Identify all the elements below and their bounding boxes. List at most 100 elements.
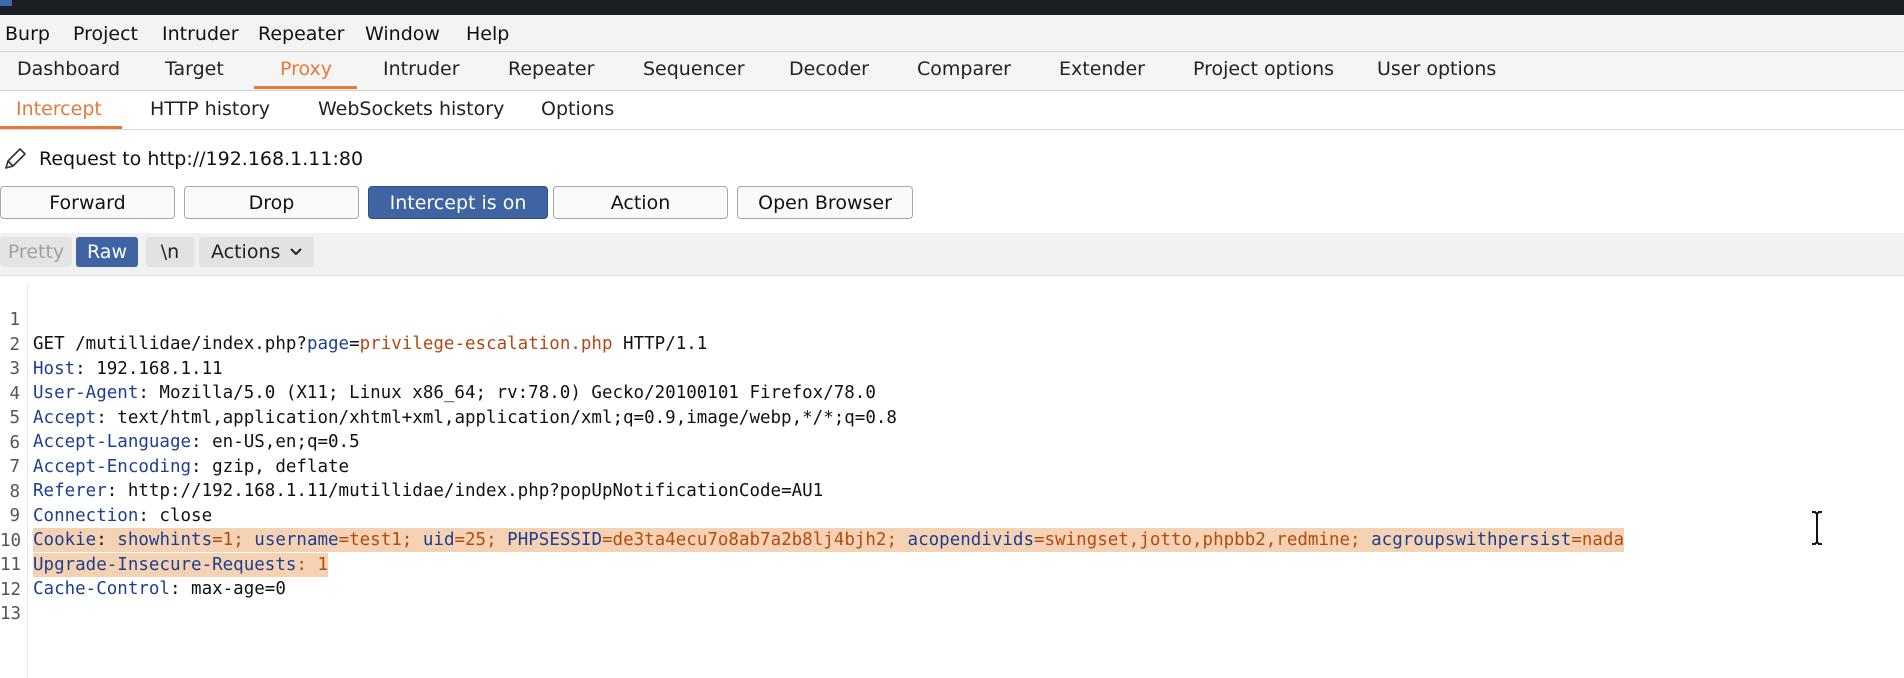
drop-button[interactable]: Drop [184,186,359,219]
editor-actions-dropdown[interactable]: Actions [199,237,314,267]
header-value: : close [138,505,213,526]
cookie-name: username [254,530,339,550]
intercept-toggle-button[interactable]: Intercept is on [368,186,548,219]
header-name: User-Agent [33,383,139,403]
cookie-name: acopendivids [907,530,1034,550]
tab-comparer[interactable]: Comparer [917,58,1011,80]
header-upgrade-insecure-requests: Upgrade-Insecure-Requests: 1 [33,552,329,577]
query-param-name: page [306,334,350,354]
header-value: : Mozilla/5.0 (X11; Linux x86_64; rv:78.… [138,383,876,403]
header-name: Cache-Control [33,579,170,599]
cookie-name: acgroupswithpersist [1371,530,1572,550]
tab-extender[interactable]: Extender [1059,58,1145,80]
tab-intercept[interactable]: Intercept [16,98,102,120]
header-value: : 1 [296,554,329,575]
tab-websockets-history[interactable]: WebSockets history [318,98,504,120]
header-value: : gzip, deflate [191,456,350,477]
header-accept-language: Accept-Language: en-US,en;q=0.5 [33,430,360,454]
menu-bar: Burp Project Intruder Repeater Window He… [0,15,1904,52]
tab-proxy[interactable]: Proxy [280,58,332,80]
header-name: Upgrade-Insecure-Requests [33,554,297,575]
header-value: : http://192.168.1.11/mutillidae/index.p… [106,481,824,501]
request-target-label: Request to http://192.168.1.11:80 [39,148,364,170]
cookie-value: =nada [1571,530,1625,550]
menu-intruder[interactable]: Intruder [162,23,239,45]
editor-line: 11 Cache-Control: max-age=0 [0,529,286,599]
editor-line: 6 Accept-Encoding: gzip, deflate [0,407,349,477]
cookie-name: uid [422,530,455,550]
header-separator: : [96,530,118,550]
chevron-down-icon [290,248,302,256]
cookie-value: =25; [454,530,508,550]
active-tab-indicator [254,86,357,89]
header-name: Connection [33,505,139,526]
query-param-equals: = [349,334,360,354]
cookie-value: =de3ta4ecu7o8ab7a2b8lj4bjh2; [602,530,908,550]
header-cookie: Cookie: showhints=1; username=test1; uid… [33,528,1625,552]
raw-toggle[interactable]: Raw [76,237,138,267]
line-number: 13 [0,604,22,624]
request-method-path: GET /mutillidae/index.php? [33,334,307,354]
tab-project-options[interactable]: Project options [1193,58,1334,80]
header-name: Accept-Language [33,432,192,452]
tab-options[interactable]: Options [541,98,614,120]
header-name: Accept [33,407,97,428]
cookie-value: =test1; [338,530,423,550]
editor-line: 7 Referer: http://192.168.1.11/mutillida… [0,431,823,501]
cookie-name: showhints [117,530,213,550]
open-browser-button[interactable]: Open Browser [737,186,913,219]
editor-line: 1 GET /mutillidae/index.php?page=privile… [0,284,707,354]
editor-line: 4 Accept: text/html,application/xhtml+xm… [0,358,897,428]
menu-burp[interactable]: Burp [5,23,50,45]
title-bar [0,0,1904,15]
cookie-value: =swingset,jotto,phpbb2,redmine; [1033,530,1372,550]
tab-intruder[interactable]: Intruder [383,58,460,80]
tab-http-history[interactable]: HTTP history [150,98,270,120]
editor-line: 10 Upgrade-Insecure-Requests: 1 [0,505,329,577]
header-name: Referer [33,481,107,501]
tab-repeater[interactable]: Repeater [508,58,594,80]
editor-toolbar: Pretty Raw \n Actions [0,233,1904,276]
forward-button[interactable]: Forward [0,186,175,219]
main-tab-bar: Dashboard Target Proxy Intruder Repeater… [0,52,1904,91]
header-cache-control: Cache-Control: max-age=0 [33,577,286,601]
editor-line: 9 Cookie: showhints=1; username=test1; u… [0,480,1625,552]
request-line: GET /mutillidae/index.php?page=privilege… [33,332,707,356]
tab-decoder[interactable]: Decoder [789,58,869,80]
proxy-sub-tab-bar: Intercept HTTP history WebSockets histor… [0,91,1904,130]
header-name: Cookie [33,530,97,550]
header-host: Host: 192.168.1.11 [33,357,223,381]
action-button[interactable]: Action [553,186,728,219]
editor-line: 8 Connection: close [0,456,212,526]
tab-sequencer[interactable]: Sequencer [643,58,745,80]
menu-repeater[interactable]: Repeater [258,23,344,45]
header-name: Accept-Encoding [33,456,192,477]
request-protocol: HTTP/1.1 [612,334,708,354]
text-cursor-icon [1812,511,1822,545]
menu-help[interactable]: Help [466,23,509,45]
header-value: : en-US,en;q=0.5 [191,432,360,452]
pretty-toggle[interactable]: Pretty [0,237,72,267]
active-subtab-indicator [0,126,122,129]
editor-line: 5 Accept-Language: en-US,en;q=0.5 [0,382,359,452]
cookie-value: =1; [212,530,255,550]
header-value: : 192.168.1.11 [75,358,223,379]
header-connection: Connection: close [33,504,212,528]
header-accept-encoding: Accept-Encoding: gzip, deflate [33,455,349,479]
pencil-icon[interactable] [2,146,28,172]
tab-target[interactable]: Target [165,58,224,80]
request-editor[interactable]: 1 GET /mutillidae/index.php?page=privile… [0,284,1904,678]
header-value: : text/html,application/xhtml+xml,applic… [96,407,897,428]
editor-line: 13 [0,578,42,624]
editor-actions-label: Actions [211,241,281,263]
tab-user-options[interactable]: User options [1377,58,1496,80]
menu-project[interactable]: Project [73,23,138,45]
menu-window[interactable]: Window [365,23,440,45]
newline-toggle[interactable]: \n [146,237,194,267]
editor-line: 12 [0,554,42,600]
header-value: : max-age=0 [169,579,286,599]
editor-line: 3 User-Agent: Mozilla/5.0 (X11; Linux x8… [0,333,875,403]
app-icon [0,0,12,6]
cookie-name: PHPSESSID [507,530,602,550]
tab-dashboard[interactable]: Dashboard [17,58,120,80]
